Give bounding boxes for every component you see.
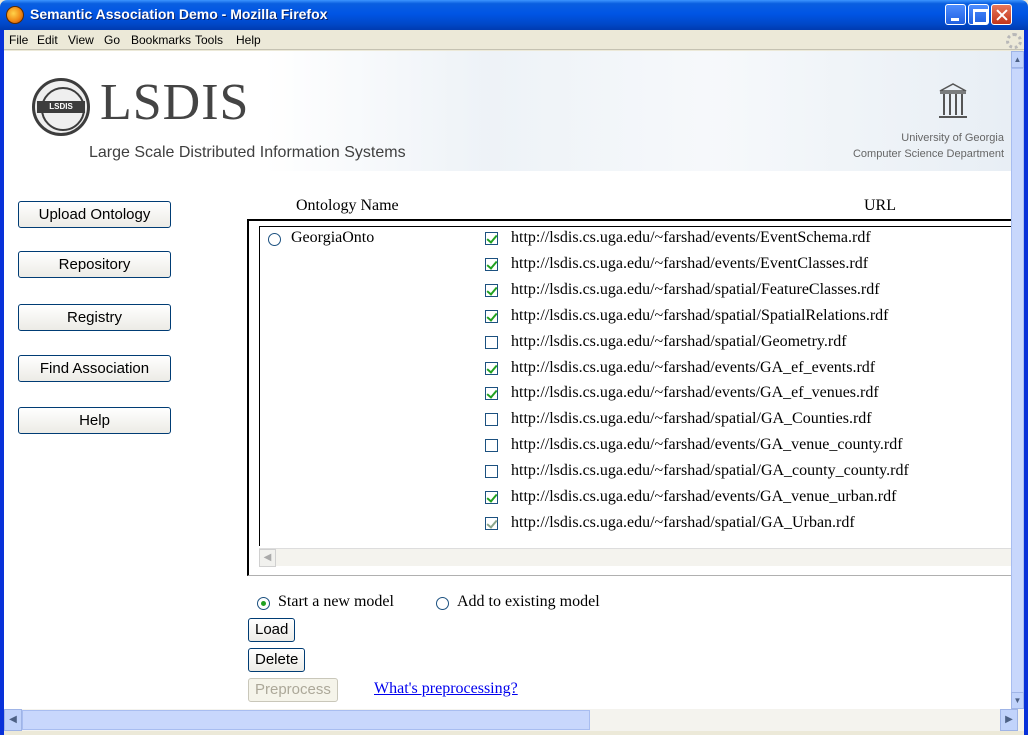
menu-bookmarks[interactable]: Bookmarks (131, 33, 191, 47)
lsdis-seal-icon: LSDIS (32, 78, 90, 136)
menu-edit[interactable]: Edit (37, 33, 58, 47)
inner-border-top (259, 226, 1011, 227)
url-checkbox[interactable] (485, 491, 498, 504)
ontology-list-box[interactable]: GeorgiaOnto http://lsdis.cs.uga.edu/~far… (247, 219, 1011, 576)
url-checkbox[interactable] (485, 387, 498, 401)
url-text: http://lsdis.cs.uga.edu/~farshad/spatial… (511, 462, 909, 480)
url-checkbox[interactable] (485, 413, 498, 427)
url-text: http://lsdis.cs.uga.edu/~farshad/events/… (511, 488, 897, 505)
url-checkbox[interactable] (485, 257, 498, 271)
add-existing-model-radio[interactable] (436, 597, 449, 610)
firefox-icon (6, 6, 24, 24)
window-frame-right (1024, 30, 1028, 735)
url-checkbox[interactable] (485, 283, 498, 297)
load-button[interactable]: Load (248, 618, 296, 642)
page-content: LSDIS LSDIS Large Scale Distributed Info… (4, 51, 1011, 709)
throbber-icon (1006, 33, 1022, 49)
inner-border-left (259, 226, 260, 546)
url-text: http://lsdis.cs.uga.edu/~farshad/events/… (511, 229, 871, 246)
scroll-down-icon[interactable]: ▼ (1011, 692, 1024, 709)
page-scroll-left-icon[interactable]: ◀ (4, 709, 22, 731)
ontology-horizontal-scrollbar[interactable]: ◀ (259, 548, 1011, 567)
url-checkbox[interactable] (485, 309, 498, 323)
scroll-up-icon[interactable]: ▲ (1011, 51, 1024, 68)
logo-subtitle: Large Scale Distributed Information Syst… (89, 144, 406, 161)
url-text: http://lsdis.cs.uga.edu/~farshad/events/… (511, 358, 876, 376)
registry-button[interactable]: Registry (18, 304, 171, 331)
url-text: http://lsdis.cs.uga.edu/~farshad/spatial… (511, 332, 847, 350)
whats-preprocessing-link[interactable]: What's preprocessing? (374, 680, 518, 698)
url-text: http://lsdis.cs.uga.edu/~farshad/events/… (511, 384, 879, 402)
seal-badge-text: LSDIS (37, 101, 85, 113)
ontology-name: GeorgiaOnto (291, 229, 375, 246)
start-new-model-label: Start a new model (278, 593, 394, 610)
repository-button[interactable]: Repository (18, 251, 171, 278)
scroll-left-icon[interactable]: ◀ (259, 549, 276, 567)
find-association-button[interactable]: Find Association (18, 355, 171, 382)
menu-help[interactable]: Help (236, 33, 261, 47)
url-text: http://lsdis.cs.uga.edu/~farshad/spatial… (511, 513, 855, 531)
url-checkbox[interactable] (485, 232, 498, 245)
url-checkbox[interactable] (485, 335, 498, 349)
preprocess-button[interactable]: Preprocess (248, 678, 338, 702)
url-checkbox[interactable] (485, 465, 498, 479)
uga-arch-icon (939, 83, 967, 118)
url-text: http://lsdis.cs.uga.edu/~farshad/spatial… (511, 410, 872, 428)
upload-ontology-button[interactable]: Upload Ontology (18, 201, 171, 228)
help-button[interactable]: Help (18, 407, 171, 434)
menu-tools[interactable]: Tools (195, 33, 223, 47)
url-checkbox[interactable] (485, 361, 498, 375)
url-text: http://lsdis.cs.uga.edu/~farshad/events/… (511, 436, 903, 454)
horizontal-scroll-thumb[interactable] (22, 710, 590, 730)
close-button[interactable] (991, 4, 1012, 25)
menu-file[interactable]: File (9, 33, 28, 47)
add-existing-model-label: Add to existing model (457, 593, 600, 610)
page-scroll-right-icon[interactable]: ▶ (1000, 709, 1018, 731)
logo-title: LSDIS (100, 74, 250, 131)
ontology-radio[interactable] (268, 233, 281, 246)
url-text: http://lsdis.cs.uga.edu/~farshad/spatial… (511, 306, 889, 324)
start-new-model-radio[interactable] (257, 597, 270, 610)
menu-bar: File Edit View Go Bookmarks Tools Help (4, 30, 1024, 50)
maximize-button[interactable] (968, 4, 989, 25)
minimize-button[interactable] (945, 4, 966, 25)
uga-department-text: Computer Science Department (852, 148, 1004, 160)
url-checkbox[interactable] (485, 516, 498, 530)
menu-go[interactable]: Go (104, 33, 120, 47)
column-header-url: URL (864, 197, 896, 214)
delete-button[interactable]: Delete (248, 648, 306, 672)
column-header-ontology-name: Ontology Name (296, 197, 399, 214)
vertical-scroll-thumb[interactable] (1011, 68, 1024, 711)
url-text: http://lsdis.cs.uga.edu/~farshad/events/… (511, 254, 869, 272)
url-checkbox[interactable] (485, 439, 498, 453)
window-title: Semantic Association Demo - Mozilla Fire… (30, 6, 328, 22)
uga-university-text: University of Georgia (901, 132, 1004, 144)
menu-view[interactable]: View (68, 33, 94, 47)
page-horizontal-scrollbar[interactable]: ◀ ▶ (4, 709, 1024, 731)
title-bar: Semantic Association Demo - Mozilla Fire… (0, 0, 1028, 30)
page-vertical-scrollbar[interactable]: ▲ ▼ (1011, 51, 1024, 711)
url-text: http://lsdis.cs.uga.edu/~farshad/spatial… (511, 280, 880, 298)
